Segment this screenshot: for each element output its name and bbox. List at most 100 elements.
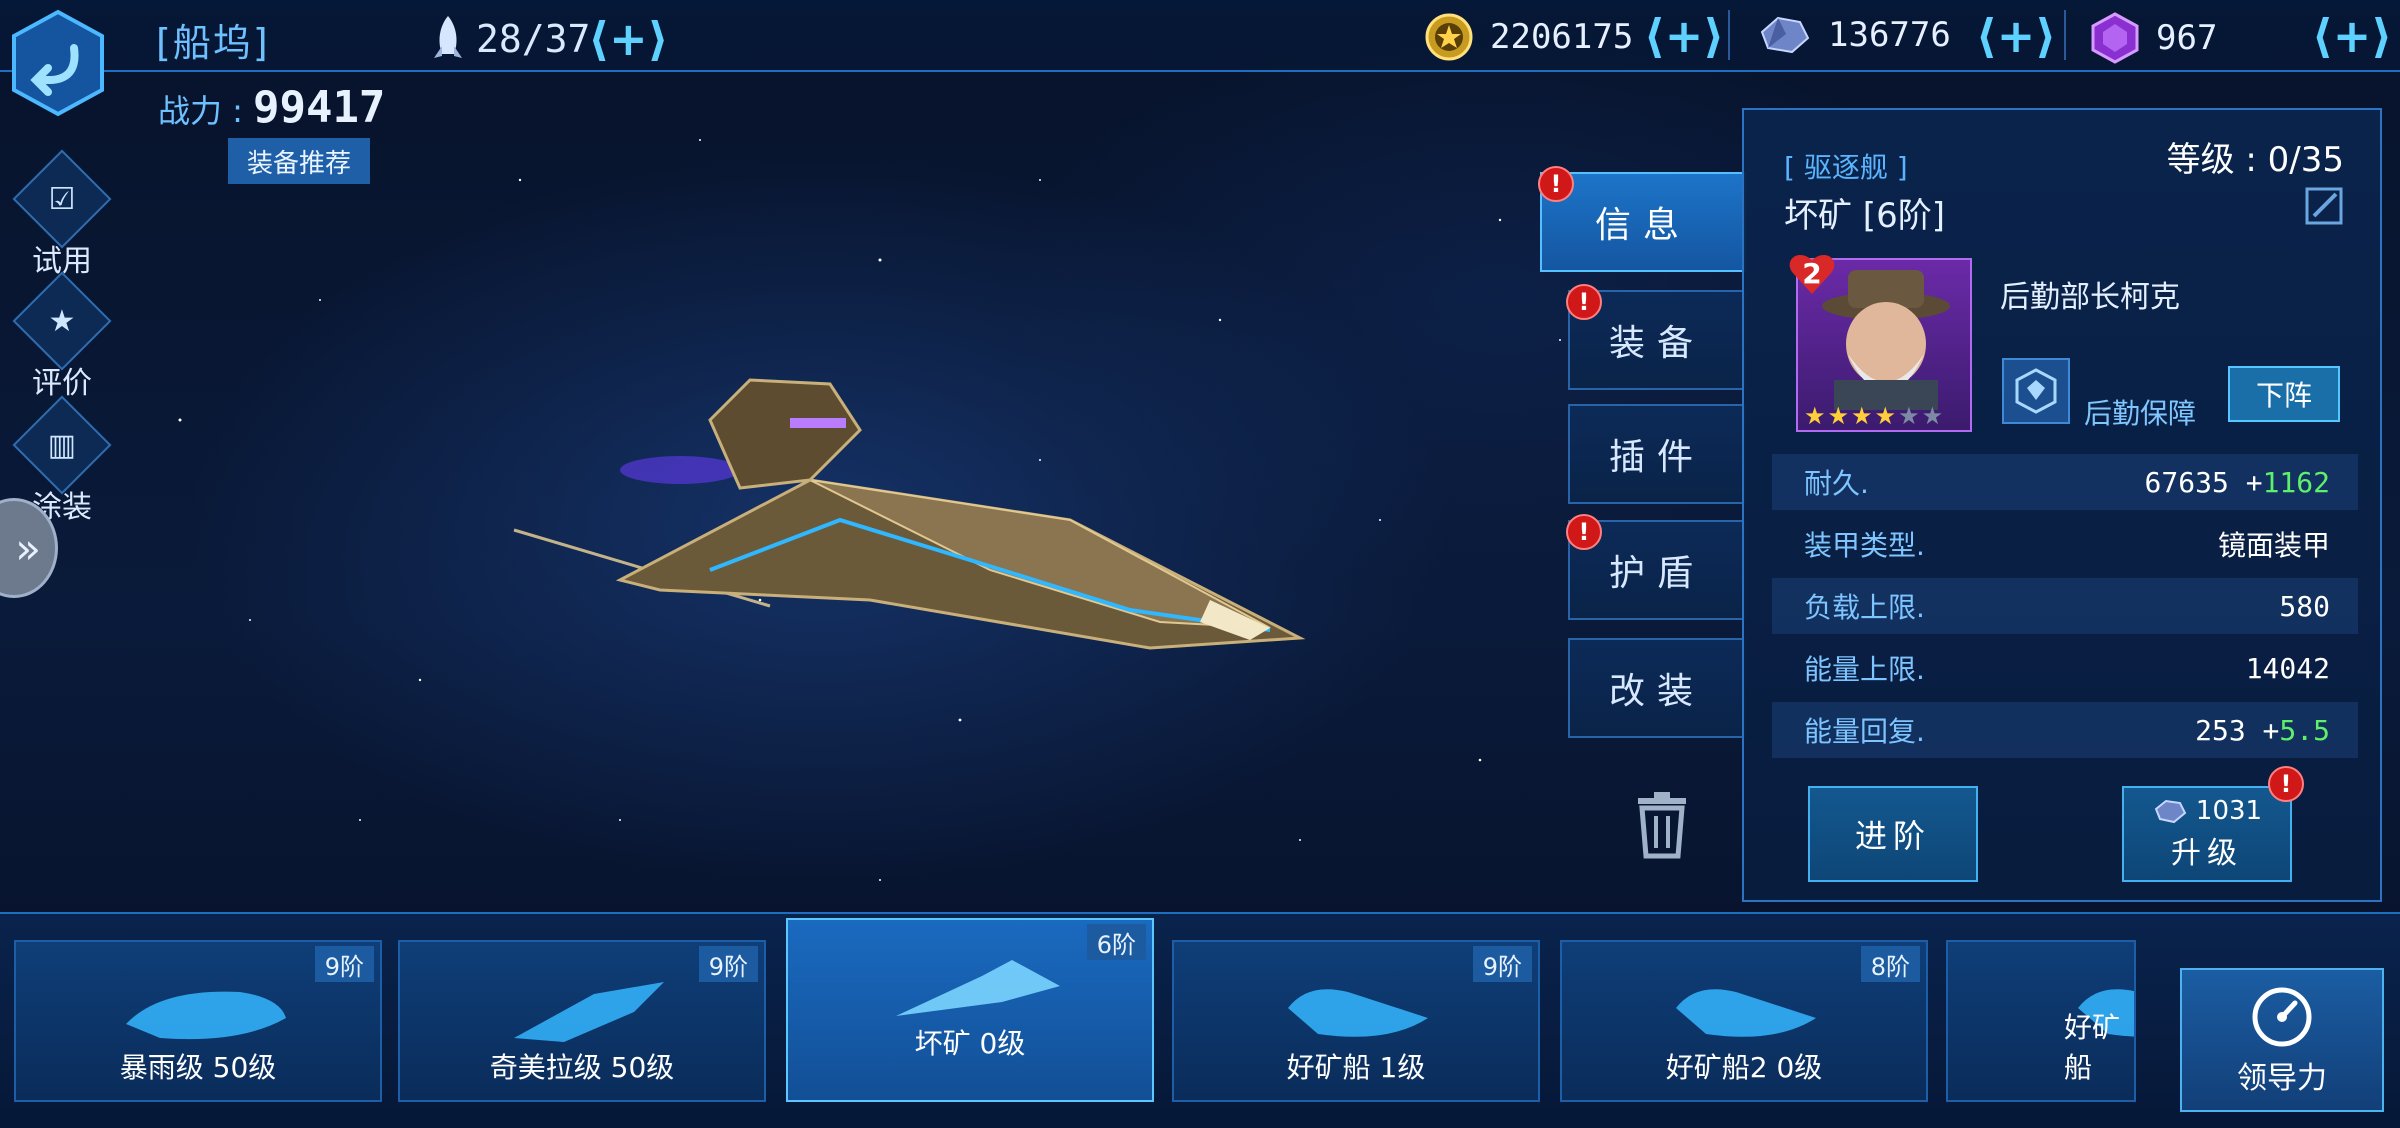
officer-badge-count: 2 <box>1802 256 1822 290</box>
tab-equipment-label: 装备 <box>1608 323 1705 364</box>
upgrade-cost-value: 1031 <box>2195 796 2263 826</box>
combat-power-value: 99417 <box>252 82 386 133</box>
alert-badge: ! <box>1566 284 1602 320</box>
add-gem-button[interactable]: ⟨+⟩ <box>2312 13 2393 59</box>
trial-badge: ☑ <box>12 149 112 249</box>
ship-thumbnail <box>514 982 664 1042</box>
ship-card-name: 好矿船 <box>2064 1011 2121 1084</box>
alert-badge: ! <box>2268 766 2304 802</box>
crystal-ore-icon <box>1760 16 1810 54</box>
ship-card[interactable]: 9阶 暴雨级 50级 <box>14 940 382 1102</box>
stat-armor-type: 装甲类型. 镜面装甲 <box>1772 516 2358 572</box>
stat-energy-regen: 能量回复. 253 +5.5 <box>1772 702 2358 758</box>
crystal-value: 136776 <box>1828 15 1951 55</box>
tab-info-label: 信息 <box>1594 205 1691 246</box>
gold-value: 2206175 <box>1490 17 1634 57</box>
officer-stars: ★ ★ ★ ★ ★ ★ <box>1804 402 1944 430</box>
divider <box>2064 10 2066 60</box>
advance-button[interactable]: 进阶 <box>1808 786 1978 882</box>
gold-currency: 2206175 <box>1424 12 1633 62</box>
combat-power-label: 战力 : <box>158 92 243 130</box>
leadership-button[interactable]: 领导力 <box>2180 968 2384 1112</box>
ship-card[interactable]: 好矿船 <box>1946 940 2136 1102</box>
divider <box>1728 10 1730 60</box>
stat-label: 装甲类型. <box>1804 529 1925 562</box>
rating-card-icon: ★ <box>48 303 76 339</box>
stat-durability: 耐久. 67635 +1162 <box>1772 454 2358 510</box>
trash-icon[interactable] <box>1632 790 1692 860</box>
ship-card-selected[interactable]: 6阶 坏矿 0级 <box>786 918 1154 1102</box>
tab-shield-label: 护盾 <box>1608 553 1705 594</box>
fuel-counter: 28/37 ⟨+⟩ <box>430 14 669 64</box>
rating-button[interactable]: ★ 评价 <box>12 271 112 402</box>
fuel-value: 28/37 <box>476 17 591 61</box>
ship-card-name: 暴雨级 50级 <box>119 1051 277 1084</box>
ship-tier: 9阶 <box>1472 946 1532 982</box>
ship-card[interactable]: 9阶 奇美拉级 50级 <box>398 940 766 1102</box>
stat-energy-limit: 能量上限. 14042 <box>1772 640 2358 696</box>
tab-modify[interactable]: 改装 <box>1568 638 1746 738</box>
ship-tier: 8阶 <box>1860 946 1920 982</box>
rating-badge: ★ <box>12 271 112 371</box>
stat-base: 67635 + <box>2144 465 2263 499</box>
ship-thumbnail <box>126 991 286 1040</box>
stat-value: 67635 +1162 <box>2145 466 2330 499</box>
ship-name: 坏矿 [6阶] <box>1784 196 1945 236</box>
upgrade-button[interactable]: 1031 升级 <box>2122 786 2292 882</box>
ship-thumbnail <box>896 960 1060 1016</box>
ship-tier: 6阶 <box>1086 924 1146 960</box>
ship-tier: 9阶 <box>314 946 374 982</box>
ship-card-name: 坏矿 0级 <box>914 1027 1026 1060</box>
ship-card[interactable]: 8阶 好矿船2 0级 <box>1560 940 1928 1102</box>
ship-thumbnail <box>1288 989 1428 1037</box>
paint-badge: ▥ <box>12 395 112 495</box>
stat-value: 14042 <box>2245 651 2330 685</box>
ship-class: [ 驱逐舰 ] <box>1784 151 1908 184</box>
stat-label: 耐久. <box>1804 467 1869 500</box>
stat-label: 负载上限. <box>1804 591 1925 624</box>
tab-plugin[interactable]: 插件 <box>1568 404 1746 504</box>
alert-badge: ! <box>1566 514 1602 550</box>
tab-modify-label: 改装 <box>1608 671 1705 712</box>
dismiss-officer-button[interactable]: 下阵 <box>2228 366 2340 422</box>
stat-bonus: 1162 <box>2262 465 2330 499</box>
tab-plugin-label: 插件 <box>1608 437 1705 478</box>
ship-level: 等级 : 0/35 <box>2166 140 2344 180</box>
stat-value: 镜面装甲 <box>2217 529 2330 562</box>
stat-load-limit: 负载上限. 580 <box>1772 578 2358 634</box>
stat-value: 253 +5.5 <box>2195 714 2330 747</box>
speedometer-icon <box>2252 987 2312 1047</box>
back-button[interactable] <box>8 8 108 118</box>
stat-label: 能量上限. <box>1804 653 1925 686</box>
ship-card-name: 好矿船2 0级 <box>1665 1051 1823 1084</box>
back-arrow-icon <box>12 9 104 117</box>
stat-bonus: 5.5 <box>2279 713 2330 747</box>
ship-card-name: 好矿船 1级 <box>1286 1051 1426 1084</box>
trial-button[interactable]: ☑ 试用 <box>12 149 112 280</box>
skill-icon[interactable] <box>2002 358 2070 424</box>
spray-can-icon: ▥ <box>47 427 77 463</box>
leadership-label: 领导力 <box>2237 1061 2327 1096</box>
logistics-emblem-icon <box>2015 368 2057 414</box>
add-fuel-button[interactable]: ⟨+⟩ <box>588 16 669 62</box>
upgrade-cost: 1031 <box>2152 796 2262 826</box>
add-gold-button[interactable]: ⟨+⟩ <box>1644 13 1725 59</box>
double-chevron-right-icon: » <box>15 523 41 573</box>
equipment-recommend-button[interactable]: 装备推荐 <box>228 138 370 184</box>
ship-model <box>513 378 1306 650</box>
page-title: [船坞] <box>156 21 270 65</box>
ship-info-panel: [ 驱逐舰 ] 坏矿 [6阶] 等级 : 0/35 ★ ★ ★ ★ ★ ★ 2 后勤部长柯… <box>1742 108 2382 902</box>
stat-label: 能量回复. <box>1804 715 1925 748</box>
gold-coin-icon <box>1425 13 1473 61</box>
ship-card-name: 奇美拉级 50级 <box>489 1051 675 1084</box>
stat-value: 580 <box>2279 589 2330 623</box>
skill-name: 后勤保障 <box>2084 397 2197 430</box>
add-crystal-button[interactable]: ⟨+⟩ <box>1976 13 2057 59</box>
edit-icon[interactable] <box>2304 186 2344 226</box>
crystal-currency: 136776 <box>1756 12 1951 58</box>
officer-name: 后勤部长柯克 <box>2000 280 2180 315</box>
ship-tier: 9阶 <box>698 946 758 982</box>
upgrade-label: 升级 <box>2171 836 2243 871</box>
ship-card[interactable]: 9阶 好矿船 1级 <box>1172 940 1540 1102</box>
stat-base: 253 + <box>2195 713 2280 747</box>
